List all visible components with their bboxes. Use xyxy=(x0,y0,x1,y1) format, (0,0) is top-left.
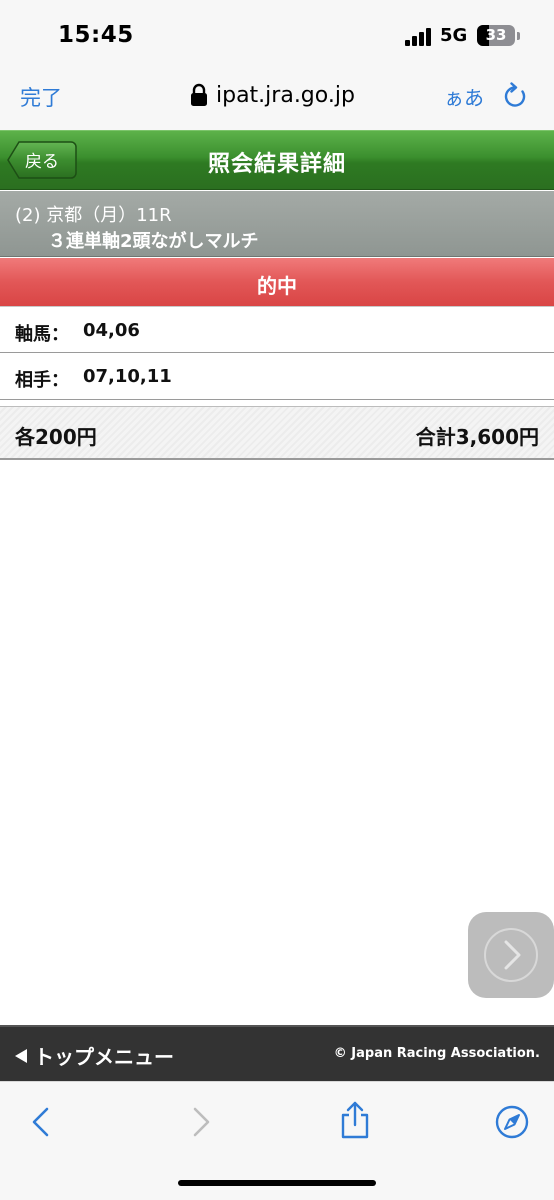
total-amount: 合計3,600円 xyxy=(415,425,539,449)
row-separator xyxy=(0,400,554,407)
next-button[interactable] xyxy=(468,912,554,998)
top-menu-label: トップメニュー xyxy=(34,1045,174,1069)
unit-price: 各200円 xyxy=(15,425,97,449)
page-title: 照会結果詳細 xyxy=(207,152,346,177)
axis-horse-label: 軸馬： xyxy=(15,324,69,345)
axis-horse-value: 04,06 xyxy=(83,320,140,341)
result-label: 的中 xyxy=(257,274,297,298)
copyright: © Japan Racing Association. xyxy=(333,1046,540,1061)
forward-chevron-icon[interactable] xyxy=(182,1104,218,1140)
result-banner: 的中 xyxy=(0,258,554,306)
url-field[interactable]: ipat.jra.go.jp xyxy=(190,80,355,110)
chevron-right-icon xyxy=(484,928,538,982)
lock-icon xyxy=(191,83,207,106)
reload-icon[interactable] xyxy=(502,82,528,110)
back-chevron-icon[interactable] xyxy=(24,1104,60,1140)
partner-horse-label: 相手： xyxy=(15,370,69,391)
triangle-left-icon xyxy=(15,1048,27,1063)
compass-icon[interactable] xyxy=(494,1104,530,1140)
battery-level: 33 xyxy=(485,26,507,44)
race-name: (2) 京都（月）11R xyxy=(15,205,172,226)
amount-row: 各200円 合計3,600円 xyxy=(0,407,554,460)
partner-horse-row: 相手： 07,10,11 xyxy=(0,353,554,400)
home-indicator xyxy=(178,1180,376,1186)
network-type: 5G xyxy=(440,25,468,46)
axis-horse-row: 軸馬： 04,06 xyxy=(0,306,554,353)
top-menu-link[interactable]: トップメニュー xyxy=(14,1041,174,1070)
race-info: (2) 京都（月）11R ３連単軸2頭ながしマルチ xyxy=(0,191,554,257)
signal-icon xyxy=(405,28,433,46)
bet-type: ３連単軸2頭ながしマルチ xyxy=(48,231,259,252)
battery-tip xyxy=(517,32,520,40)
text-size-button[interactable]: ぁあ xyxy=(444,82,484,111)
status-bar: 15:45 5G 33 xyxy=(0,0,554,64)
battery-icon: 33 xyxy=(477,25,515,46)
partner-horse-value: 07,10,11 xyxy=(83,366,172,387)
done-button[interactable]: 完了 xyxy=(20,82,62,112)
url-text: ipat.jra.go.jp xyxy=(216,82,355,108)
status-time: 15:45 xyxy=(58,22,134,48)
footer-bar: トップメニュー © Japan Racing Association. xyxy=(0,1025,554,1081)
page-header: 戻る 照会結果詳細 xyxy=(0,130,554,190)
share-icon[interactable] xyxy=(337,1100,373,1140)
address-bar: 完了 ipat.jra.go.jp ぁあ xyxy=(0,64,554,130)
